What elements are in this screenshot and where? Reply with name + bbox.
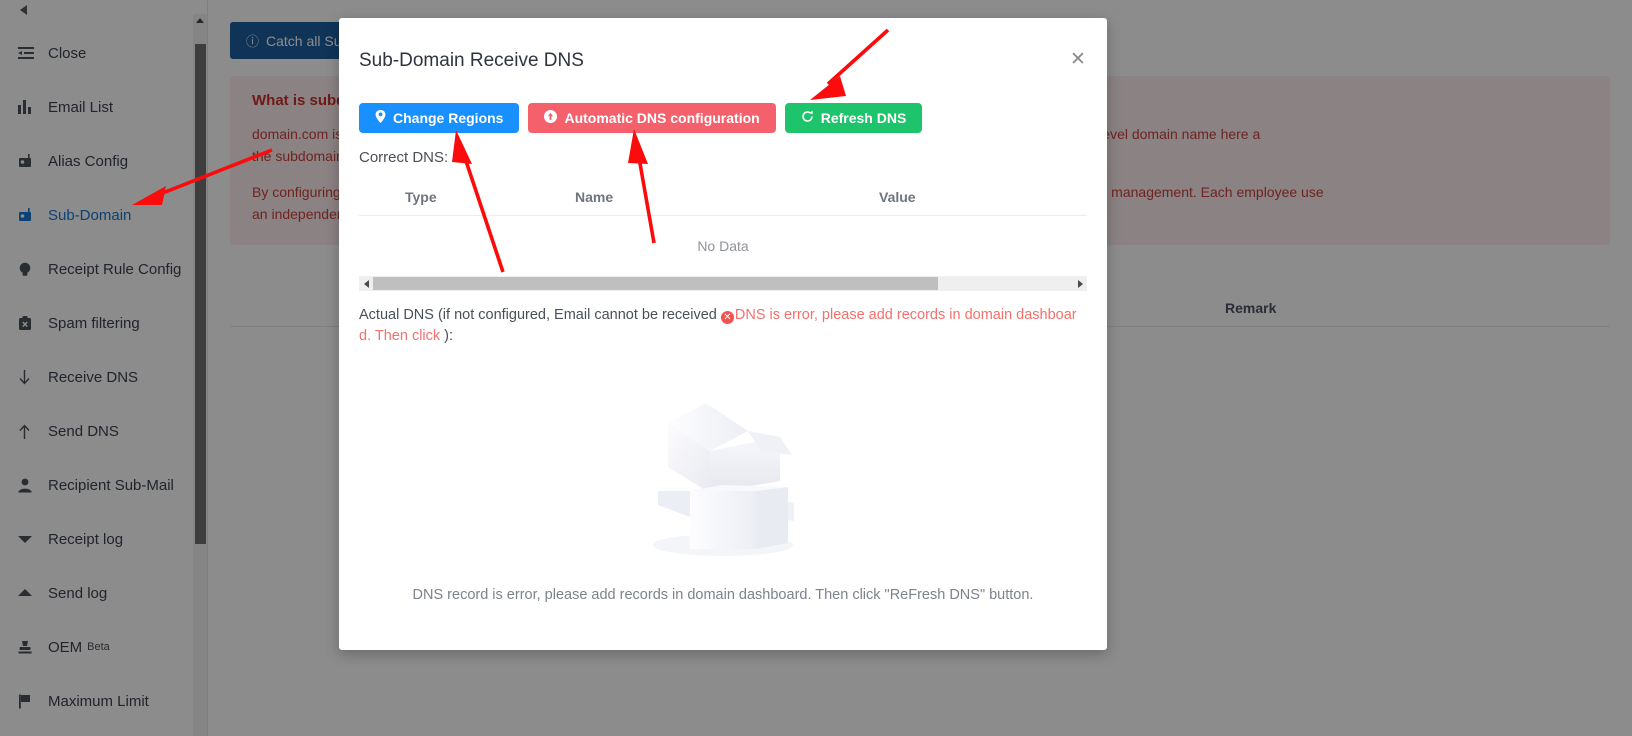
refresh-dns-button[interactable]: Refresh DNS [784, 103, 923, 133]
table-scrollbar-thumb[interactable] [373, 277, 938, 290]
actual-dns-label: Actual DNS (if not configured, Email can… [359, 305, 1085, 347]
empty-box-illustration-icon [628, 395, 818, 565]
empty-state: DNS record is error, please add records … [359, 395, 1087, 603]
automatic-dns-configuration-button[interactable]: Automatic DNS configuration [528, 103, 776, 133]
plus-circle-icon [544, 110, 558, 126]
sub-domain-receive-dns-modal: ✕ Sub-Domain Receive DNS Change Regions … [339, 18, 1107, 650]
error-circle-icon: ✕ [720, 311, 734, 324]
correct-dns-table-header: Type Name Value [359, 178, 1087, 216]
close-icon[interactable]: ✕ [1065, 46, 1091, 72]
table-column-value: Value [879, 188, 916, 205]
refresh-icon [801, 110, 814, 126]
button-label: Change Regions [393, 110, 504, 126]
modal-title: Sub-Domain Receive DNS [359, 50, 584, 71]
table-column-type: Type [405, 188, 437, 205]
correct-dns-table: Type Name Value No Data [359, 178, 1087, 291]
actual-dns-suffix: ): [440, 328, 454, 344]
screen-root: Close Email List Alias Config Sub-Domain… [0, 0, 1632, 736]
button-label: Automatic DNS configuration [564, 110, 760, 126]
scroll-left-arrow-icon[interactable] [359, 276, 373, 291]
button-label: Refresh DNS [820, 110, 907, 126]
scroll-right-arrow-icon[interactable] [1073, 276, 1087, 291]
table-no-data-text: No Data [697, 238, 749, 254]
modal-body: Change Regions Automatic DNS configurati… [339, 103, 1107, 603]
modal-action-buttons: Change Regions Automatic DNS configurati… [359, 103, 1087, 133]
correct-dns-label: Correct DNS: [359, 149, 449, 166]
table-horizontal-scrollbar[interactable] [359, 276, 1087, 291]
actual-dns-prefix: Actual DNS (if not configured, Email can… [359, 307, 721, 323]
change-regions-button[interactable]: Change Regions [359, 103, 520, 133]
empty-state-message: DNS record is error, please add records … [412, 587, 1034, 603]
location-pin-icon [375, 110, 386, 126]
table-column-name: Name [575, 188, 614, 205]
